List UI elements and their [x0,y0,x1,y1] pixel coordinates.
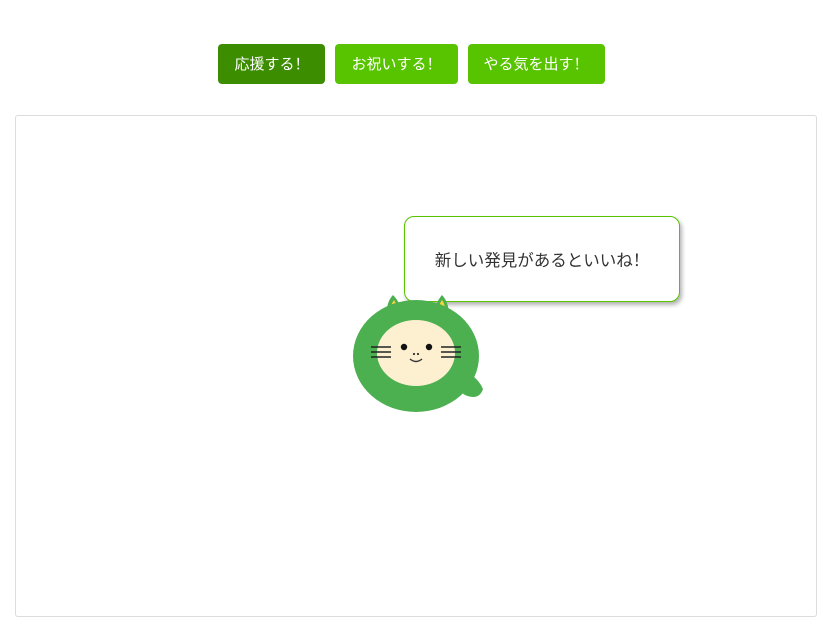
mascot-nose-right [416,352,420,356]
celebrate-button[interactable]: お祝いする！ [335,44,458,84]
mascot-right-eye [425,343,433,351]
mascot-face [377,320,455,386]
speech-bubble-message: 新しい発見があるといいね！ [434,251,650,270]
mascot-stage: 新しい発見があるといいね！ [15,115,817,617]
mascot-icon[interactable] [349,289,489,419]
mascot-left-eye [400,343,408,351]
mascot-nose-left [412,352,416,356]
motivate-button[interactable]: やる気を出す！ [467,44,605,84]
action-toolbar: 応援する！ お祝いする！ やる気を出す！ [0,44,823,85]
cheer-button[interactable]: 応援する！ [218,44,326,84]
